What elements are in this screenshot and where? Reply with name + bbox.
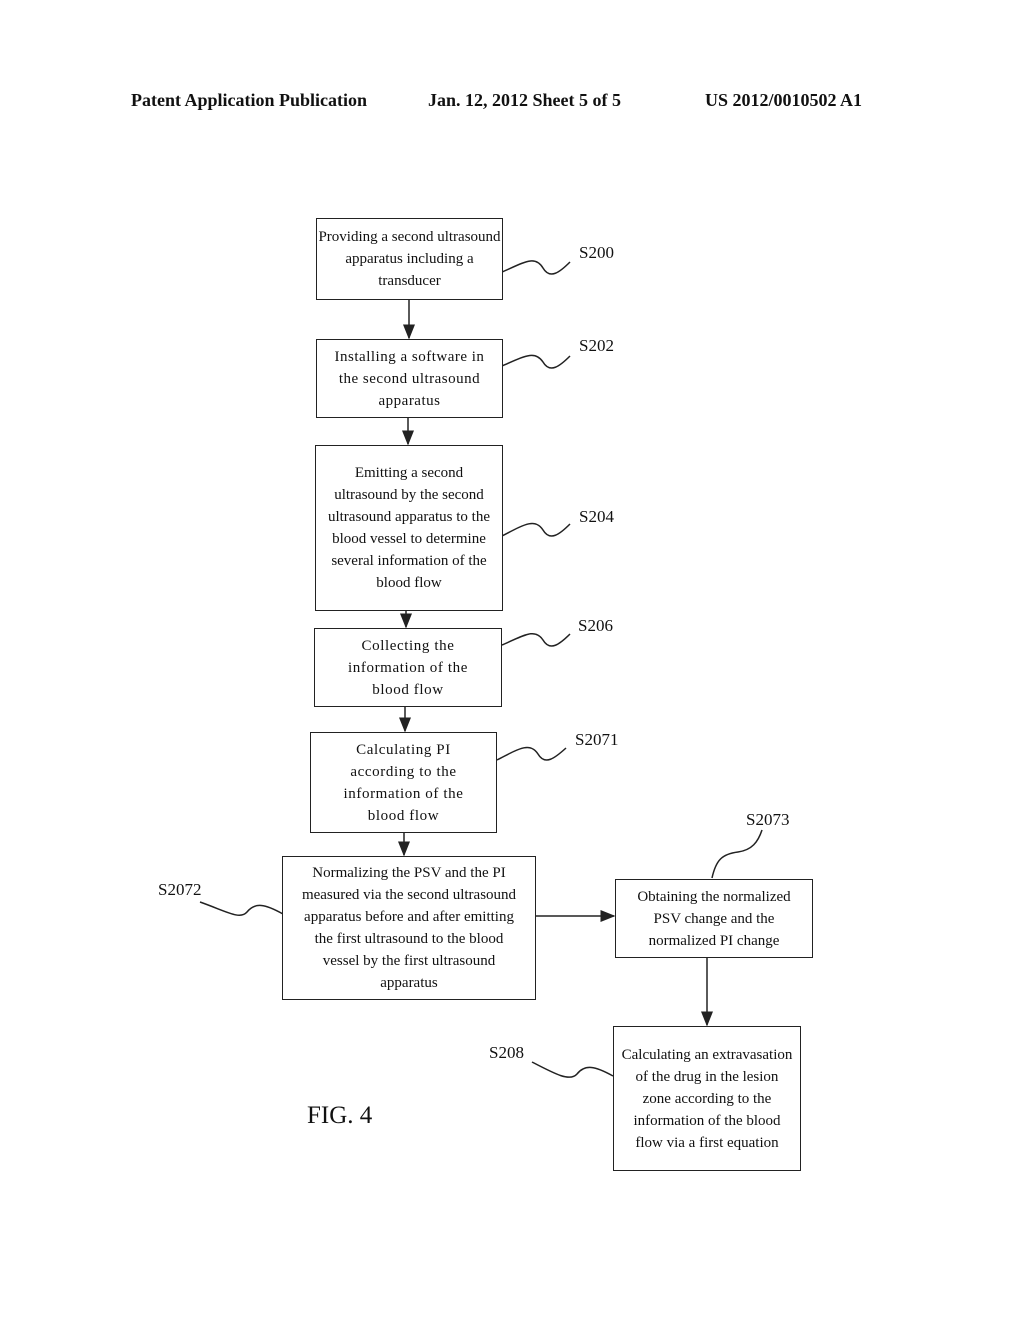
figure-label: FIG. 4 [307, 1102, 373, 1129]
leader-s2072 [199, 901, 284, 916]
leader-s206 [501, 632, 571, 647]
leader-s208 [531, 1061, 614, 1078]
flowchart-connectors [199, 260, 763, 1078]
leader-s2071 [496, 746, 567, 761]
step-box-s200: Providing a second ultrasound apparatus … [316, 218, 503, 300]
step-box-s2072: Normalizing the PSV and the PI measured … [282, 856, 536, 1000]
step-text: Calculating PI according to the informat… [343, 741, 464, 824]
step-text: Collecting the information of the blood … [348, 637, 468, 698]
step-label-s208: S208 [489, 1043, 524, 1062]
step-label-s204: S204 [579, 507, 614, 526]
leader-s2073 [711, 829, 763, 879]
step-box-s204: Emitting a second ultrasound by the seco… [315, 445, 503, 611]
step-label-s200: S200 [579, 243, 614, 262]
leader-s202 [501, 354, 571, 369]
step-box-s2071: Calculating PI according to the informat… [310, 732, 497, 833]
leader-s204 [501, 522, 571, 537]
step-text: Emitting a second ultrasound by the seco… [327, 465, 491, 591]
step-box-s206: Collecting the information of the blood … [314, 628, 502, 707]
step-text: Obtaining the normalized PSV change and … [637, 888, 791, 949]
leader-s200 [501, 260, 571, 275]
step-label-s2071: S2071 [575, 730, 619, 749]
step-text: Installing a software in the second ultr… [334, 348, 485, 409]
step-text: Providing a second ultrasound apparatus … [318, 229, 501, 289]
step-text: Calculating an extravasation of the drug… [621, 1046, 793, 1151]
step-text: Normalizing the PSV and the PI measured … [301, 865, 517, 991]
step-box-s2073: Obtaining the normalized PSV change and … [615, 879, 813, 958]
step-label-s202: S202 [579, 336, 614, 355]
step-label-s2072: S2072 [158, 880, 202, 899]
step-box-s202: Installing a software in the second ultr… [316, 339, 503, 418]
step-label-s206: S206 [578, 616, 613, 635]
step-label-s2073: S2073 [746, 810, 790, 829]
step-box-s208: Calculating an extravasation of the drug… [613, 1026, 801, 1171]
